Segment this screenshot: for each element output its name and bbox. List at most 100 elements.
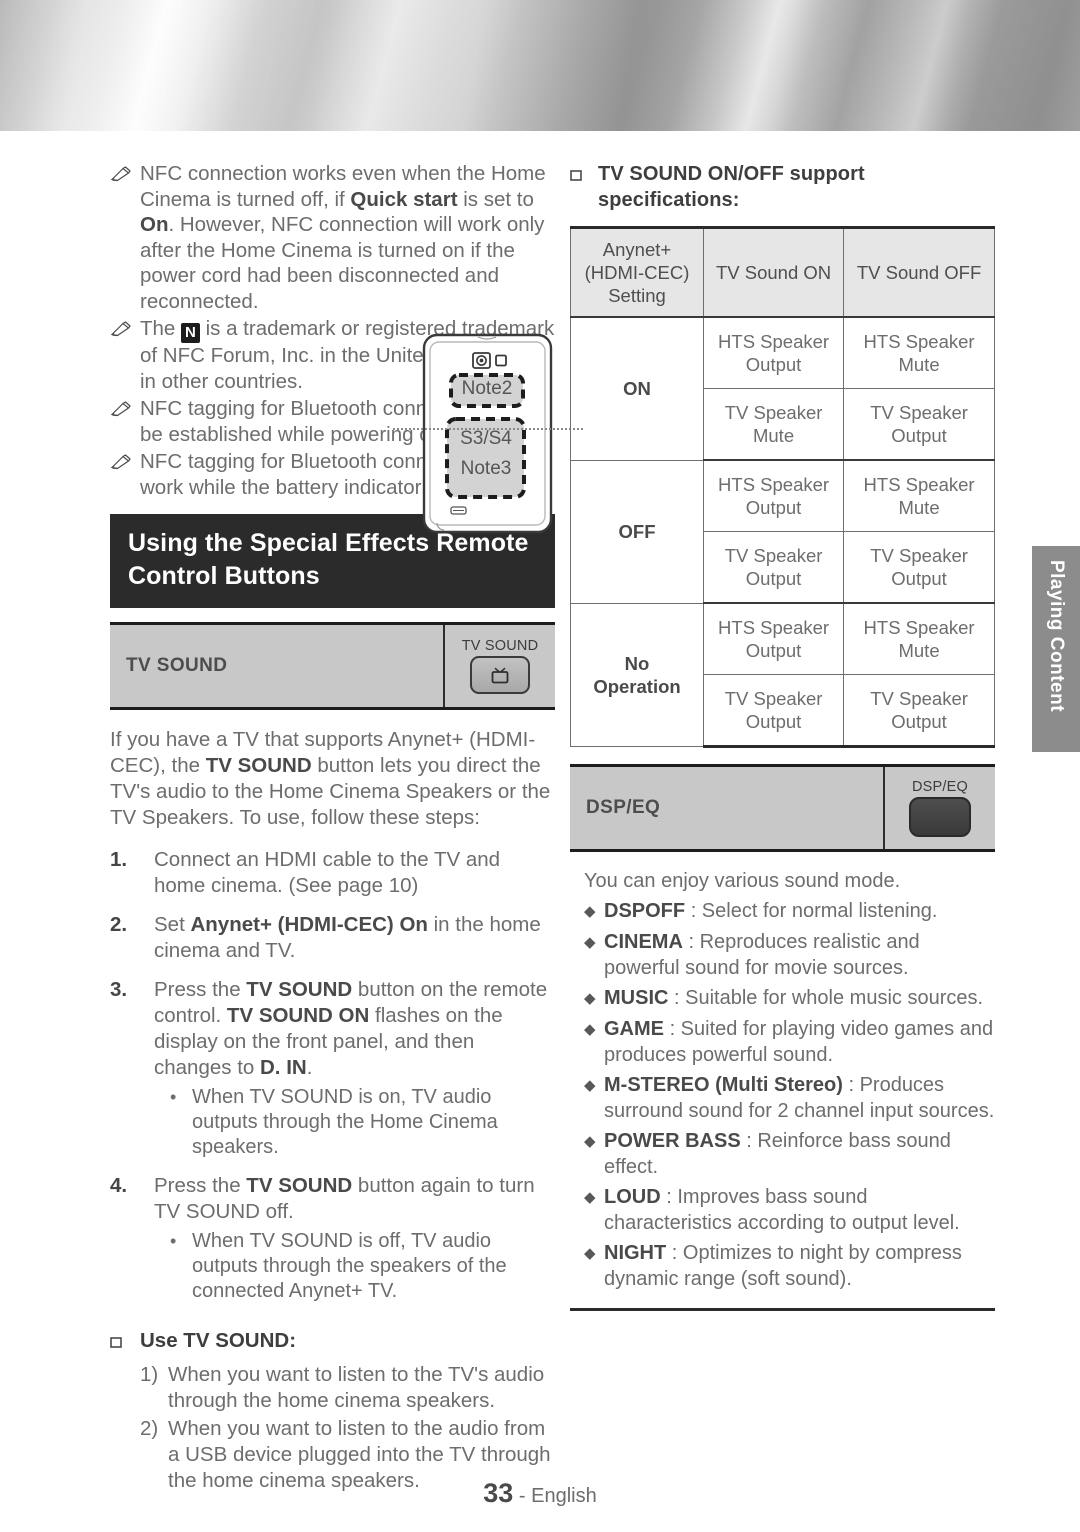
- table-cell: HTS Speaker Mute: [843, 459, 995, 532]
- table-cell-setting: OFF: [570, 459, 704, 604]
- page-number: 33: [483, 1478, 514, 1508]
- diamond-bullet-icon: ◆: [584, 1189, 596, 1206]
- television-icon: [491, 667, 509, 684]
- right-column: TV SOUND ON/OFF support specifications: …: [570, 161, 995, 1311]
- table-cell: HTS Speaker Output: [702, 316, 845, 389]
- cell-line: HTS Speaker: [718, 331, 830, 352]
- dsp-mode-item: ◆ CINEMA : Reproduces realistic and powe…: [584, 929, 995, 981]
- note-text: NFC connection works even when the Home …: [140, 162, 546, 313]
- cell-line: Output: [891, 711, 947, 732]
- table-cell: TV Speaker Mute: [702, 388, 845, 461]
- dsp-eq-icon-button[interactable]: [909, 797, 971, 837]
- dsp-mode-desc: : Suitable for whole music sources.: [674, 987, 984, 1009]
- dsp-eq-key-name: DSP/EQ: [912, 779, 968, 795]
- step-text: Press the TV SOUND button on the remote …: [154, 978, 548, 1079]
- cell-line: TV Speaker: [870, 402, 968, 423]
- cell-line: TV Speaker: [724, 545, 823, 566]
- square-bullet-icon: [110, 1328, 140, 1356]
- tv-sound-spec-table: Anynet+ (HDMI-CEC) Setting TV Sound ON T…: [570, 226, 995, 748]
- dsp-mode-name: NIGHT: [604, 1242, 667, 1264]
- step-item: 3. Press the TV SOUND button on the remo…: [110, 977, 555, 1160]
- spec-heading: TV SOUND ON/OFF support specifications:: [570, 161, 995, 213]
- top-banner-graphic: [0, 0, 1080, 131]
- cell-line: No: [624, 652, 650, 674]
- table-cell-setting: ON: [570, 316, 704, 461]
- table-cell: TV Speaker Output: [702, 531, 845, 604]
- bullet-dot-icon: •: [170, 1087, 177, 1107]
- dsp-mode-item: ◆ GAME : Suited for playing video games …: [584, 1016, 995, 1068]
- dsp-mode-text: NIGHT : Optimizes to night by compress d…: [604, 1240, 995, 1292]
- page-language: English: [531, 1485, 597, 1507]
- nfc-n-mark-icon: N: [181, 323, 200, 343]
- dsp-mode-name: GAME: [604, 1018, 664, 1040]
- dsp-mode-text: POWER BASS : Reinforce bass sound effect…: [604, 1128, 995, 1180]
- step-number: 4.: [110, 1174, 128, 1197]
- table-cell: HTS Speaker Output: [702, 602, 845, 675]
- sub-bullet-text: When TV SOUND is on, TV audio outputs th…: [192, 1086, 498, 1158]
- table-cell: TV Speaker Output: [843, 531, 995, 604]
- cell-line: Output: [745, 640, 802, 661]
- pencil-note-icon: [110, 161, 140, 314]
- tv-sound-bar-label: TV SOUND: [126, 655, 228, 676]
- square-bullet-icon: [570, 161, 598, 213]
- cell-line: TV Speaker: [870, 688, 968, 709]
- step-sub-bullet: • When TV SOUND is on, TV audio outputs …: [170, 1085, 555, 1160]
- use-tv-sound-list: 1) When you want to listen to the TV's a…: [140, 1362, 555, 1494]
- cell-line: Operation: [593, 675, 681, 697]
- dsp-eq-button-bar: DSP/EQ DSP/EQ: [570, 764, 995, 852]
- diamond-bullet-icon: ◆: [584, 990, 596, 1007]
- dsp-mode-text: GAME : Suited for playing video games an…: [604, 1016, 995, 1068]
- cell-line: Mute: [752, 425, 795, 446]
- dsp-eq-remote-key[interactable]: DSP/EQ: [883, 767, 995, 849]
- dsp-mode-item: ◆ MUSIC : Suitable for whole music sourc…: [584, 985, 995, 1012]
- step-number: 3.: [110, 978, 128, 1001]
- table-header-row: Anynet+ (HDMI-CEC) Setting TV Sound ON T…: [570, 226, 995, 318]
- tv-sound-intro-paragraph: If you have a TV that supports Anynet+ (…: [110, 728, 551, 829]
- cell-line: HTS Speaker: [718, 474, 830, 495]
- dsp-mode-text: CINEMA : Reproduces realistic and powerf…: [604, 929, 995, 981]
- pencil-note-icon: [110, 316, 140, 394]
- list-item: 1) When you want to listen to the TV's a…: [140, 1362, 555, 1414]
- page-footer-separator: -: [513, 1485, 532, 1507]
- table-header-cell-off: TV Sound OFF: [843, 226, 995, 318]
- phone-zone-label-note3: Note3: [460, 458, 512, 479]
- tv-icon-button[interactable]: [470, 656, 530, 694]
- dsp-mode-text: M-STEREO (Multi Stereo) : Produces surro…: [604, 1072, 995, 1124]
- dsp-mode-name: MUSIC: [604, 987, 669, 1009]
- cell-line: HTS Speaker: [863, 474, 975, 495]
- tv-sound-steps-list: 1. Connect an HDMI cable to the TV and h…: [110, 847, 555, 1304]
- dsp-mode-text: LOUD : Improves bass sound characteristi…: [604, 1184, 995, 1236]
- dsp-mode-text: MUSIC : Suitable for whole music sources…: [604, 985, 995, 1012]
- dsp-mode-name: POWER BASS: [604, 1130, 741, 1152]
- page-footer: 33 - English: [0, 1478, 1080, 1509]
- step-item: 4. Press the TV SOUND button again to tu…: [110, 1173, 555, 1304]
- side-tab-playing-content: Playing Content: [1032, 546, 1080, 752]
- table-cell: TV Speaker Output: [843, 674, 995, 748]
- cell-line: Mute: [898, 497, 940, 518]
- side-tab-label: Playing Content: [1046, 559, 1067, 713]
- table-cell: TV Speaker Output: [702, 674, 845, 748]
- table-cell-setting: No Operation: [570, 602, 704, 747]
- cell-line: Output: [891, 568, 947, 589]
- tv-sound-button-bar: TV SOUND TV SOUND: [110, 622, 555, 710]
- left-column: NFC connection works even when the Home …: [110, 161, 583, 1496]
- use-tv-sound-heading-text: Use TV SOUND:: [140, 1329, 297, 1352]
- step-text: Press the TV SOUND button again to turn …: [154, 1174, 535, 1223]
- dsp-eq-bar-label: DSP/EQ: [586, 797, 661, 818]
- phone-nfc-diagram: Note2 S3/S4 Note3: [393, 331, 583, 536]
- dsp-mode-item: ◆ NIGHT : Optimizes to night by compress…: [584, 1240, 995, 1292]
- header-line: (HDMI-CEC): [584, 262, 690, 283]
- cell-line: Output: [745, 497, 802, 518]
- table-cell: TV Speaker Output: [843, 388, 995, 461]
- cell-line: HTS Speaker: [718, 617, 830, 638]
- table-row: OFF HTS Speaker Output HTS Speaker Mute: [570, 459, 995, 604]
- use-tv-sound-heading: Use TV SOUND:: [110, 1328, 555, 1356]
- tv-sound-remote-key[interactable]: TV SOUND: [443, 625, 555, 707]
- tv-sound-key-name: TV SOUND: [461, 638, 539, 654]
- dsp-mode-name: LOUD: [604, 1186, 661, 1208]
- note-item: NFC connection works even when the Home …: [110, 161, 555, 314]
- dsp-mode-name: CINEMA: [604, 931, 683, 953]
- sub-bullet-text: When TV SOUND is off, TV audio outputs t…: [192, 1230, 507, 1302]
- cell-line: TV Speaker: [870, 545, 968, 566]
- diamond-bullet-icon: ◆: [584, 934, 596, 951]
